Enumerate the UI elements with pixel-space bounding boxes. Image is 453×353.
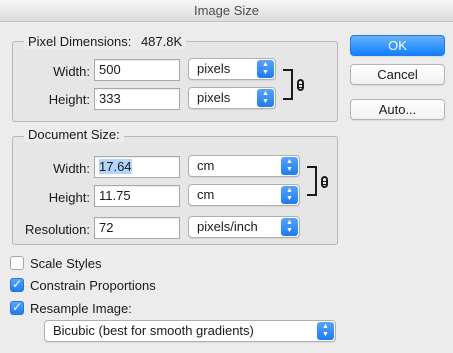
select-arrows-icon: ▲ ▼ [281,186,298,204]
chain-link-icon [321,176,328,188]
select-arrows-icon: ▲ ▼ [257,60,274,78]
resolution-input[interactable]: 72 [94,217,180,239]
doc-height-label: Height: [48,190,90,205]
resample-method-select[interactable]: Bicubic (best for smooth gradients) ▲ ▼ [44,320,336,342]
constrain-proportions-label: Constrain Proportions [30,278,156,293]
window-title: Image Size [0,0,453,22]
auto-button[interactable]: Auto... [350,99,445,120]
resample-image-checkbox[interactable] [10,300,24,315]
resample-image-label: Resample Image: [30,301,132,316]
pixel-dimensions-size: 487.8K [140,34,183,49]
scale-styles-label: Scale Styles [30,256,102,271]
pixel-height-input[interactable]: 333 [94,88,180,110]
select-arrows-icon: ▲ ▼ [281,157,298,175]
resolution-unit-select[interactable]: pixels/inch ▲ ▼ [188,216,300,238]
document-size-legend: Document Size: [24,127,124,142]
pixel-width-unit-value: pixels [197,61,231,76]
doc-width-label: Width: [53,161,90,176]
pixel-width-label: Width: [53,64,90,79]
pixel-width-input[interactable]: 500 [94,59,180,81]
scale-styles-checkbox[interactable] [10,256,24,270]
doc-width-input[interactable]: 17.64 [94,156,180,178]
doc-height-unit-value: cm [197,187,215,202]
constrain-proportions-checkbox[interactable] [10,277,24,292]
pixel-height-unit-value: pixels [197,90,231,105]
pixel-height-label: Height: [48,92,90,107]
doc-width-value: 17.64 [99,159,132,174]
pixel-dimensions-legend: Pixel Dimensions: 487.8K [24,34,187,49]
resolution-label: Resolution: [24,222,90,237]
select-arrows-icon: ▲ ▼ [317,322,334,340]
pixel-width-unit-select[interactable]: pixels ▲ ▼ [188,58,276,80]
resample-method-value: Bicubic (best for smooth gradients) [53,323,254,338]
doc-width-unit-select[interactable]: cm ▲ ▼ [188,155,300,177]
resolution-unit-value: pixels/inch [197,219,258,234]
doc-height-input[interactable]: 11.75 [94,185,180,207]
chain-link-icon [297,79,304,91]
cancel-button[interactable]: Cancel [350,64,445,85]
pixel-dimensions-label: Pixel Dimensions: [28,34,132,49]
select-arrows-icon: ▲ ▼ [281,218,298,236]
doc-link-bracket [307,166,317,196]
ok-button[interactable]: OK [350,35,445,56]
pixel-link-bracket [283,69,293,100]
select-arrows-icon: ▲ ▼ [257,89,274,107]
doc-width-unit-value: cm [197,158,215,173]
pixel-height-unit-select[interactable]: pixels ▲ ▼ [188,87,276,109]
doc-height-unit-select[interactable]: cm ▲ ▼ [188,184,300,206]
